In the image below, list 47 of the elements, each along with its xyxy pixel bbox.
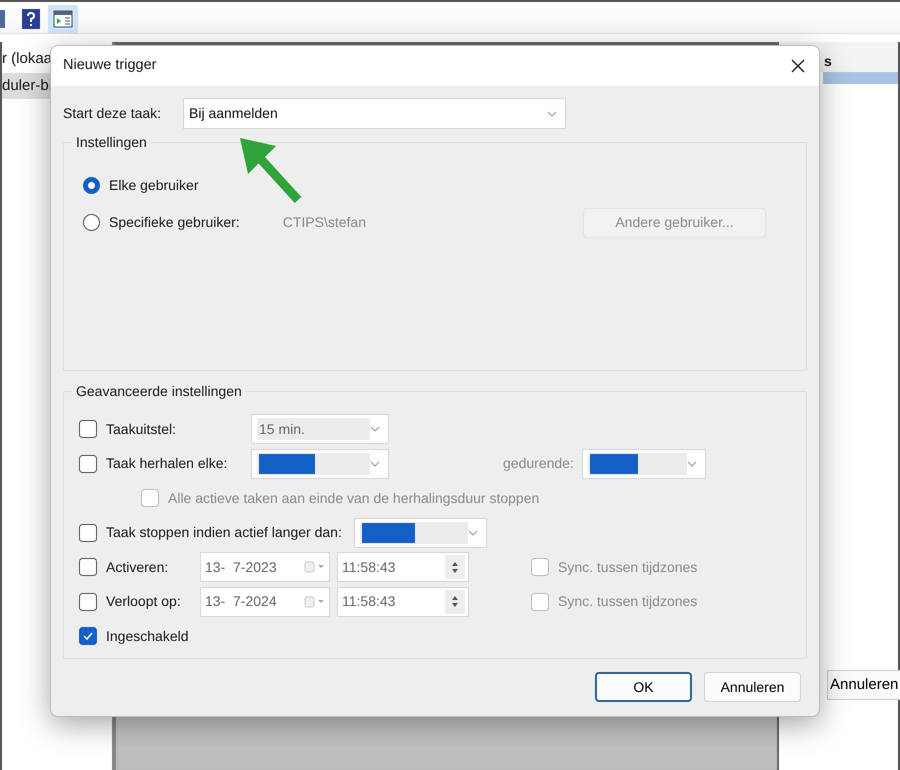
checkbox[interactable]: [79, 592, 97, 611]
dropdown[interactable]: Bij aanmelden: [183, 98, 566, 129]
ok-button[interactable]: OK: [595, 672, 692, 702]
checkbox-label: Taak herhalen elke:: [106, 454, 228, 474]
dropdown[interactable]: [582, 448, 706, 479]
checkbox[interactable]: [79, 627, 97, 646]
date-field[interactable]: 13- 7-2024: [200, 586, 330, 617]
dialog-title: Nieuwe trigger: [63, 56, 156, 76]
checkbox-label: Taakuitstel:: [106, 420, 178, 439]
field-label: gedurende:: [503, 454, 574, 474]
checkbox-label: Sync. tussen tijdzones: [558, 558, 698, 577]
dropdown[interactable]: 15 min.: [251, 414, 389, 444]
checkbox[interactable]: [79, 420, 97, 438]
dropdown[interactable]: [354, 518, 487, 548]
pane-header: s: [824, 52, 832, 71]
checkbox-label: Taak stoppen indien actief langer dan:: [106, 523, 342, 542]
checkbox-label: Ingeschakeld: [106, 626, 189, 646]
spin-buttons[interactable]: [445, 590, 465, 614]
checkbox-label: Alle actieve taken aan einde van de herhalingsduur stoppen: [168, 488, 540, 508]
chevron-icon: [686, 460, 697, 467]
toolbar-icon[interactable]: [0, 10, 6, 28]
help-icon[interactable]: [22, 9, 40, 29]
window-icon[interactable]: [48, 5, 78, 33]
spin-buttons[interactable]: [445, 555, 465, 580]
radio-label: Specifieke gebruiker:: [109, 213, 240, 232]
checkbox[interactable]: [79, 524, 97, 542]
dropdown[interactable]: [251, 448, 389, 479]
checkbox-label: Verloopt op:: [106, 592, 182, 612]
cancel-button[interactable]: Annuleren: [827, 670, 900, 700]
date-field[interactable]: 13- 7-2023: [200, 552, 330, 582]
time-field[interactable]: 11:58:43: [337, 586, 469, 617]
radio-button[interactable]: [83, 177, 100, 194]
close-icon[interactable]: [791, 59, 805, 73]
checkbox[interactable]: [79, 454, 97, 473]
radio-label: Elke gebruiker: [109, 176, 198, 195]
chevron-icon: [370, 460, 380, 467]
user-name: CTIPS\stefan: [282, 213, 366, 232]
checkbox-label: Activeren:: [106, 558, 170, 577]
chevron-icon: [370, 426, 380, 432]
checkbox-label: Sync. tussen tijdzones: [558, 592, 698, 612]
time-field[interactable]: 11:58:43: [337, 552, 469, 582]
cancel-button[interactable]: Annuleren: [704, 672, 801, 702]
radio-button[interactable]: [83, 214, 100, 231]
chevron-icon: [468, 530, 478, 536]
chevron-icon: [547, 110, 557, 116]
field-label: Start deze taak:: [63, 104, 162, 123]
checkbox[interactable]: [79, 558, 97, 576]
